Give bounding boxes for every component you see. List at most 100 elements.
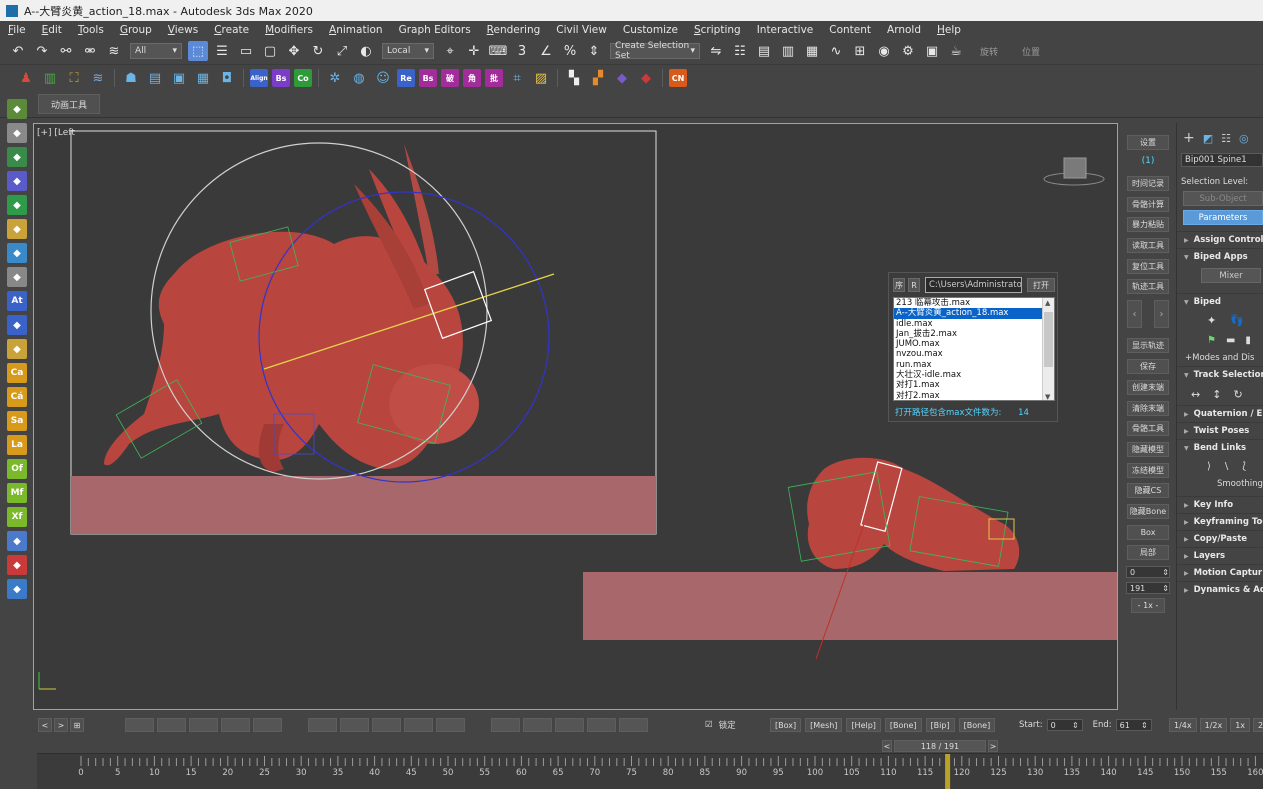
- select-object-icon[interactable]: ⬚: [188, 41, 208, 61]
- refresh-button[interactable]: R: [908, 278, 920, 292]
- next-frame-icon[interactable]: >: [54, 718, 68, 732]
- globe-icon[interactable]: ◍: [349, 68, 369, 88]
- checker-orange-icon[interactable]: ▞: [588, 68, 608, 88]
- rect-region-icon[interactable]: ▭: [236, 41, 256, 61]
- box-icon[interactable]: ◆: [7, 219, 27, 239]
- next-page-icon[interactable]: ›: [1154, 300, 1169, 329]
- card-icon[interactable]: ▤: [145, 68, 165, 88]
- parameters-button[interactable]: Parameters: [1183, 210, 1263, 225]
- utility-button[interactable]: 时间记录: [1127, 176, 1169, 191]
- bone-icon[interactable]: ◆: [7, 147, 27, 167]
- utility-button[interactable]: 清除末端: [1127, 400, 1169, 416]
- viewcube[interactable]: [1043, 157, 1105, 186]
- utility-button[interactable]: 隐藏CS: [1127, 483, 1169, 499]
- rollout-motion-capture[interactable]: ▶ Motion Captur: [1177, 564, 1263, 581]
- blueprint-icon[interactable]: ⌗: [507, 68, 527, 88]
- timeline-slot[interactable]: [125, 718, 154, 732]
- rotate-icon[interactable]: ↻: [308, 41, 328, 61]
- file-list-item[interactable]: A--大臂炎黄_action_18.max: [894, 308, 1054, 319]
- grid-icon[interactable]: ◆: [7, 579, 27, 599]
- file-list-item[interactable]: Jan_拔击2.max: [894, 329, 1054, 339]
- utility-button[interactable]: 显示轨迹: [1127, 338, 1169, 354]
- lock-checkbox-icon[interactable]: ☑: [705, 720, 713, 730]
- spinner-arrows-icon[interactable]: ⇕: [1072, 721, 1079, 730]
- script-chip-button[interactable]: 破: [441, 69, 459, 87]
- timeline-slot[interactable]: [404, 718, 433, 732]
- selection-set-dropdown[interactable]: Create Selection Set ▾: [610, 41, 700, 61]
- utility-button[interactable]: 局部: [1127, 545, 1169, 561]
- utility-button[interactable]: 骨骼工具: [1127, 421, 1169, 437]
- file-list-item[interactable]: run.max: [894, 360, 1054, 370]
- lock-toggle[interactable]: ☑ 锁定: [705, 719, 736, 731]
- snap-icon[interactable]: 3: [512, 41, 532, 61]
- image-icon[interactable]: ◆: [7, 315, 27, 335]
- align-icon[interactable]: ☷: [730, 41, 750, 61]
- timeline-script-button[interactable]: [Help]: [846, 718, 881, 732]
- timeline-slot[interactable]: [523, 718, 552, 732]
- percent-snap-icon[interactable]: %: [560, 41, 580, 61]
- script-chip-button[interactable]: 批: [485, 69, 503, 87]
- utility-button[interactable]: 暴力粘贴: [1127, 217, 1169, 233]
- select-manipulate-icon[interactable]: ✛: [464, 41, 484, 61]
- footstep-mode-icon[interactable]: 👣: [1230, 314, 1244, 327]
- body-horizontal-icon[interactable]: ↔: [1191, 388, 1200, 401]
- mixer-button[interactable]: Mixer: [1201, 268, 1261, 283]
- book-icon[interactable]: ▥: [40, 68, 60, 88]
- rollout-quaternion[interactable]: ▶ Quaternion / Eu: [1177, 405, 1263, 422]
- prev-page-icon[interactable]: ‹: [1127, 300, 1142, 329]
- utility-button[interactable]: 复位工具: [1127, 258, 1169, 274]
- gear-star-icon[interactable]: ✲: [325, 68, 345, 88]
- selection-filter-dropdown[interactable]: All ▾: [130, 43, 182, 59]
- grid-box-icon[interactable]: ▦: [193, 68, 213, 88]
- link-icon[interactable]: ⚯: [56, 41, 76, 61]
- select-by-name-icon[interactable]: ☰: [212, 41, 232, 61]
- create-tab-icon[interactable]: +: [1183, 130, 1195, 146]
- purple-cube-icon[interactable]: ◆: [612, 68, 632, 88]
- start-frame-field[interactable]: 0 ⇕: [1046, 719, 1083, 731]
- scale-icon[interactable]: ⤢: [332, 41, 352, 61]
- motion-tab-icon[interactable]: ◎: [1239, 132, 1249, 145]
- hierarchy-tab-icon[interactable]: ☷: [1221, 132, 1231, 145]
- rig-icon[interactable]: ⛶: [64, 68, 84, 88]
- timeline-slot[interactable]: [221, 718, 250, 732]
- biped-icon[interactable]: ◆: [7, 171, 27, 191]
- timeline-tool-icon[interactable]: ⊞: [70, 718, 84, 732]
- scene-explorer-icon[interactable]: ▤: [754, 41, 774, 61]
- timeline-slot[interactable]: [436, 718, 465, 732]
- place-icon[interactable]: ◐: [356, 41, 376, 61]
- menu-item[interactable]: Views: [160, 24, 206, 36]
- walker-icon[interactable]: ☗: [121, 68, 141, 88]
- sub-object-button[interactable]: Sub-Object: [1183, 191, 1263, 206]
- bind-space-warp-icon[interactable]: ≋: [104, 41, 124, 61]
- curve-editor-icon[interactable]: ∿: [826, 41, 846, 61]
- timeline-slot[interactable]: [157, 718, 186, 732]
- rollout-key-info[interactable]: ▶ Key Info: [1177, 496, 1263, 513]
- checker-white-icon[interactable]: ▚: [564, 68, 584, 88]
- menu-item[interactable]: Help: [929, 24, 969, 36]
- utility-button[interactable]: 读取工具: [1127, 238, 1169, 254]
- rollout-layers[interactable]: ▶ Layers: [1177, 547, 1263, 564]
- export-icon[interactable]: ◆: [7, 555, 27, 575]
- red-cube-icon[interactable]: ◆: [636, 68, 656, 88]
- save-file-icon[interactable]: ▮: [1245, 335, 1251, 346]
- file-list[interactable]: 213 临幕攻击.max A--大臂炎黄_action_18.max idle.ma…: [893, 297, 1055, 401]
- playback-rate-button[interactable]: 1x: [1230, 718, 1251, 732]
- file-list-item[interactable]: 对打1.max: [894, 380, 1054, 390]
- face-icon[interactable]: ☺: [373, 68, 393, 88]
- ribbon-tab-animation-tools[interactable]: 动画工具: [38, 94, 100, 114]
- script-chip-button[interactable]: 角: [463, 69, 481, 87]
- script-button-la[interactable]: La: [7, 435, 27, 455]
- script-chip-button[interactable]: Re: [397, 69, 415, 87]
- bend-mode-icon[interactable]: ⟩: [1207, 461, 1211, 472]
- playback-rate-button[interactable]: 1/2x: [1199, 718, 1228, 732]
- window-icon[interactable]: ◆: [7, 531, 27, 551]
- utility-button[interactable]: 创建末端: [1127, 379, 1169, 395]
- file-list-item[interactable]: 对打2.max: [894, 391, 1054, 400]
- mirror-icon[interactable]: ⇋: [706, 41, 726, 61]
- viewcube-face-left[interactable]: [1063, 157, 1087, 179]
- spinner-arrows-icon[interactable]: ⇕: [1162, 584, 1169, 593]
- utility-button[interactable]: 冻结模型: [1127, 462, 1169, 478]
- window-crossing-icon[interactable]: ▢: [260, 41, 280, 61]
- timeline-slot[interactable]: [189, 718, 218, 732]
- file-list-item[interactable]: JUMO.max: [894, 339, 1054, 349]
